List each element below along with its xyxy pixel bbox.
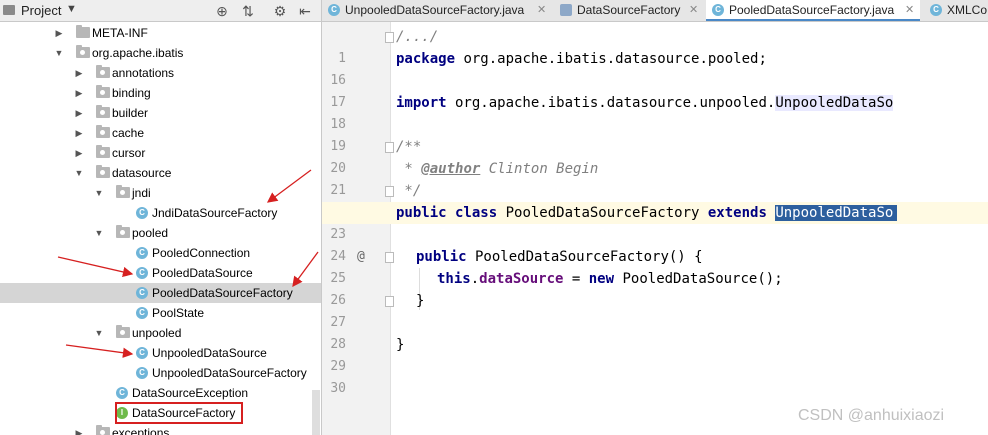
annotation-arrow	[292, 251, 319, 288]
annotation-arrows	[57, 169, 319, 358]
annotation-arrow	[65, 344, 134, 358]
annotation-arrow	[57, 256, 134, 278]
annotation-arrow	[266, 169, 312, 203]
watermark: CSDN @anhuixiaozi	[798, 407, 945, 424]
